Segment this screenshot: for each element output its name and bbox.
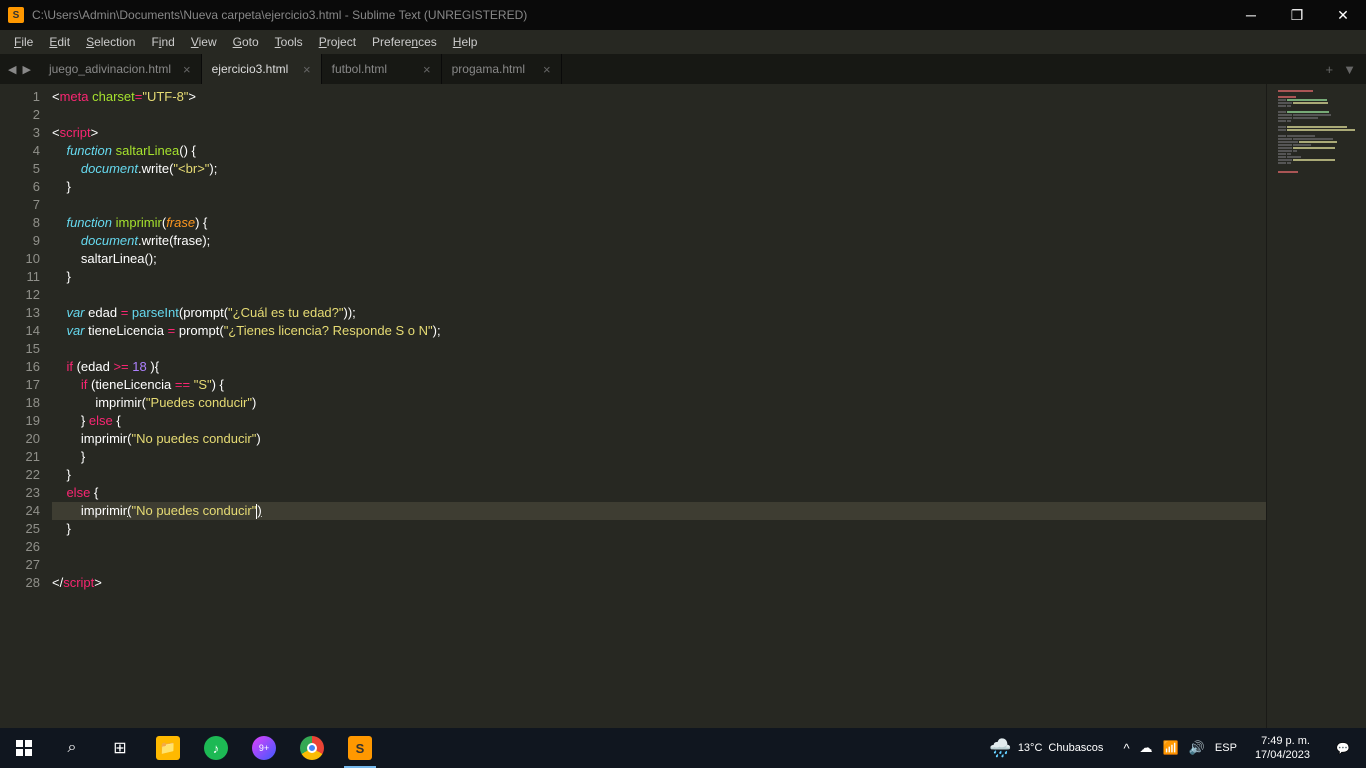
line-number: 19	[0, 412, 40, 430]
window-controls: ─ ❐ ✕	[1228, 0, 1366, 30]
menu-edit[interactable]: Edit	[41, 32, 78, 52]
tab-juego[interactable]: juego_adivinacion.html ×	[39, 54, 202, 84]
minimap[interactable]	[1266, 84, 1366, 732]
menubar: File Edit Selection Find View Goto Tools…	[0, 30, 1366, 54]
titlebar: S C:\Users\Admin\Documents\Nueva carpeta…	[0, 0, 1366, 30]
tab-label: futbol.html	[332, 62, 387, 76]
tab-prev-icon[interactable]: ◀	[8, 63, 16, 76]
taskbar-sublime[interactable]: S	[336, 728, 384, 768]
taskbar-explorer[interactable]: 📁	[144, 728, 192, 768]
line-number: 23	[0, 484, 40, 502]
line-number: 21	[0, 448, 40, 466]
tab-ejercicio3[interactable]: ejercicio3.html ×	[202, 54, 322, 84]
taskbar-chrome[interactable]	[288, 728, 336, 768]
line-number: 1	[0, 88, 40, 106]
line-number: 6	[0, 178, 40, 196]
line-number: 9	[0, 232, 40, 250]
menu-tools[interactable]: Tools	[267, 32, 311, 52]
weather-temp: 13°C	[1018, 742, 1043, 754]
line-number: 26	[0, 538, 40, 556]
taskbar-app-pink[interactable]: 9+	[240, 728, 288, 768]
line-number: 16	[0, 358, 40, 376]
menu-project[interactable]: Project	[311, 32, 364, 52]
line-number: 17	[0, 376, 40, 394]
line-number: 5	[0, 160, 40, 178]
maximize-button[interactable]: ❐	[1274, 0, 1320, 30]
tab-close-icon[interactable]: ×	[411, 62, 431, 77]
minimize-button[interactable]: ─	[1228, 0, 1274, 30]
line-number: 12	[0, 286, 40, 304]
tab-progama[interactable]: progama.html ×	[442, 54, 562, 84]
tab-dropdown-icon[interactable]: ▼	[1343, 62, 1356, 77]
tab-history-nav: ◀ ▶	[0, 54, 39, 84]
menu-help[interactable]: Help	[445, 32, 486, 52]
line-number: 4	[0, 142, 40, 160]
menu-preferences[interactable]: Preferences	[364, 32, 445, 52]
tab-label: progama.html	[452, 62, 525, 76]
gutter: 1 2 3 4 5 6 7 8 9 10 11 12 13 14 15 16 1…	[0, 84, 52, 732]
menu-view[interactable]: View	[183, 32, 225, 52]
tabbar-right: + ▼	[1326, 54, 1366, 84]
menu-file[interactable]: File	[6, 32, 41, 52]
line-number: 3	[0, 124, 40, 142]
app-icon: S	[8, 7, 24, 23]
taskbar: ⌕ ⊞ 📁 ♪ 9+ S 🌧️ 13°C Chubascos ^ ☁ 📶 🔊 E…	[0, 728, 1366, 768]
line-number: 18	[0, 394, 40, 412]
tab-next-icon[interactable]: ▶	[22, 63, 30, 76]
clock-time: 7:49 p. m.	[1255, 734, 1310, 748]
taskbar-weather[interactable]: 🌧️ 13°C Chubascos	[977, 738, 1115, 759]
line-number: 11	[0, 268, 40, 286]
line-number: 15	[0, 340, 40, 358]
line-number: 25	[0, 520, 40, 538]
clock-date: 17/04/2023	[1255, 748, 1310, 762]
tab-close-icon[interactable]: ×	[171, 62, 191, 77]
tray-wifi-icon[interactable]: 📶	[1163, 740, 1179, 756]
line-number: 2	[0, 106, 40, 124]
tab-label: ejercicio3.html	[212, 62, 289, 76]
tray-chevron-icon[interactable]: ^	[1123, 741, 1129, 756]
line-number: 13	[0, 304, 40, 322]
tray-onedrive-icon[interactable]: ☁	[1140, 740, 1153, 756]
line-number: 27	[0, 556, 40, 574]
tab-close-icon[interactable]: ×	[291, 62, 311, 77]
tray-volume-icon[interactable]: 🔊	[1189, 740, 1205, 756]
code-area[interactable]: <meta charset="UTF-8"> <script> function…	[52, 84, 1266, 732]
line-number: 20	[0, 430, 40, 448]
tab-close-icon[interactable]: ×	[531, 62, 551, 77]
menu-goto[interactable]: Goto	[225, 32, 267, 52]
search-icon[interactable]: ⌕	[48, 728, 96, 768]
line-number: 8	[0, 214, 40, 232]
menu-find[interactable]: Find	[143, 32, 182, 52]
line-number: 14	[0, 322, 40, 340]
line-number: 22	[0, 466, 40, 484]
tab-label: juego_adivinacion.html	[49, 62, 171, 76]
start-button[interactable]	[0, 728, 48, 768]
taskbar-spotify[interactable]: ♪	[192, 728, 240, 768]
weather-desc: Chubascos	[1048, 742, 1103, 754]
menu-selection[interactable]: Selection	[78, 32, 143, 52]
close-button[interactable]: ✕	[1320, 0, 1366, 30]
tray-language[interactable]: ESP	[1215, 742, 1237, 754]
tab-futbol[interactable]: futbol.html ×	[322, 54, 442, 84]
line-number: 7	[0, 196, 40, 214]
weather-icon: 🌧️	[989, 738, 1011, 759]
task-view-icon[interactable]: ⊞	[96, 728, 144, 768]
window-title: C:\Users\Admin\Documents\Nueva carpeta\e…	[32, 8, 1228, 22]
taskbar-clock[interactable]: 7:49 p. m. 17/04/2023	[1245, 734, 1320, 763]
line-number: 24	[0, 502, 40, 520]
line-number: 10	[0, 250, 40, 268]
new-tab-icon[interactable]: +	[1326, 62, 1334, 77]
notifications-icon[interactable]: 💬	[1320, 742, 1366, 755]
tabbar: ◀ ▶ juego_adivinacion.html × ejercicio3.…	[0, 54, 1366, 84]
editor: 1 2 3 4 5 6 7 8 9 10 11 12 13 14 15 16 1…	[0, 84, 1366, 732]
line-number: 28	[0, 574, 40, 592]
